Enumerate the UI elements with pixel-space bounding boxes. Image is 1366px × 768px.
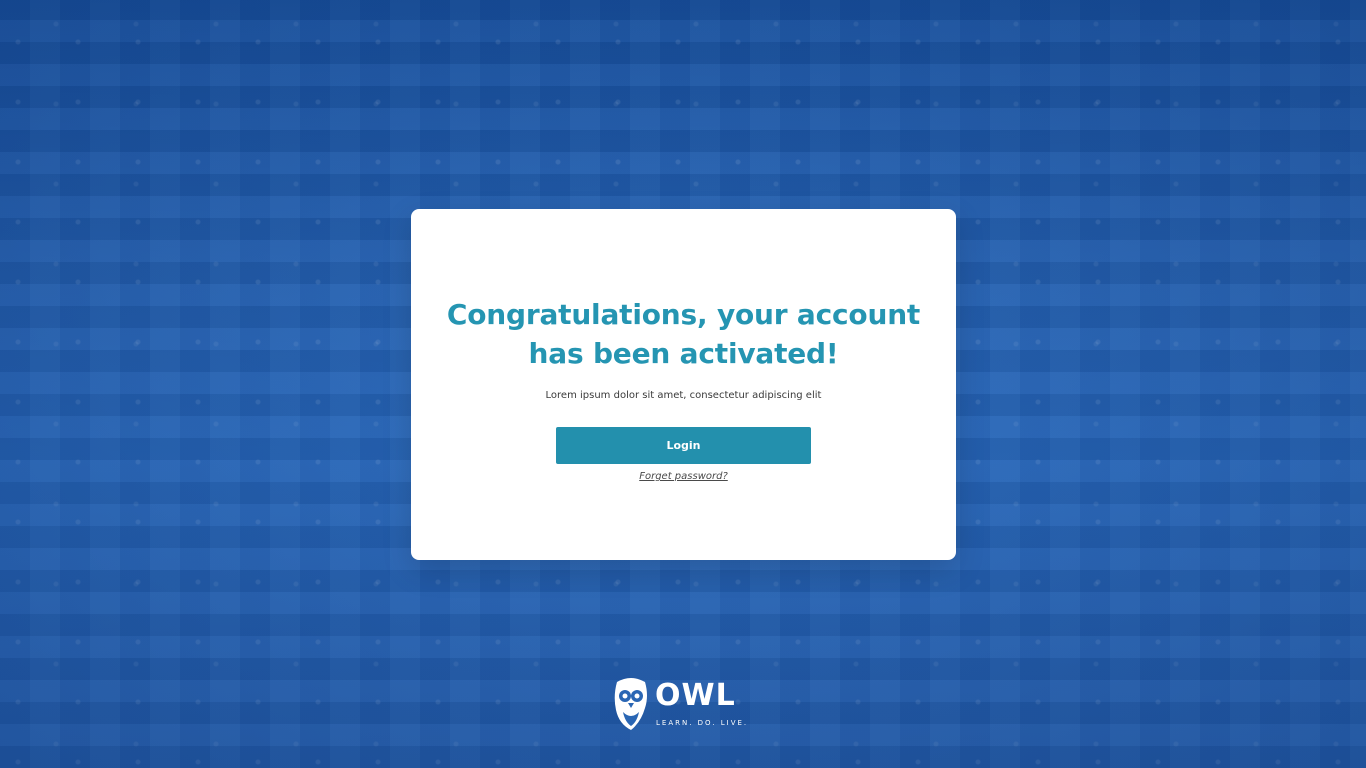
title-line-1: Congratulations, your account [446, 298, 921, 331]
forgot-password-link[interactable]: Forget password? [411, 471, 956, 482]
login-button[interactable]: Login [556, 427, 811, 464]
page-title: Congratulations, your account has been a… [411, 295, 956, 373]
activation-card: Congratulations, your account has been a… [411, 209, 956, 560]
title-line-2: has been activated! [528, 337, 839, 370]
logo-tagline: LEARN. DO. LIVE. [656, 719, 749, 727]
subtitle-text: Lorem ipsum dolor sit amet, consectetur … [545, 390, 822, 401]
owl-icon [614, 678, 647, 730]
logo-wordmark: OWL [655, 678, 736, 713]
owl-logo: OWL LEARN. DO. LIVE. [611, 676, 761, 732]
